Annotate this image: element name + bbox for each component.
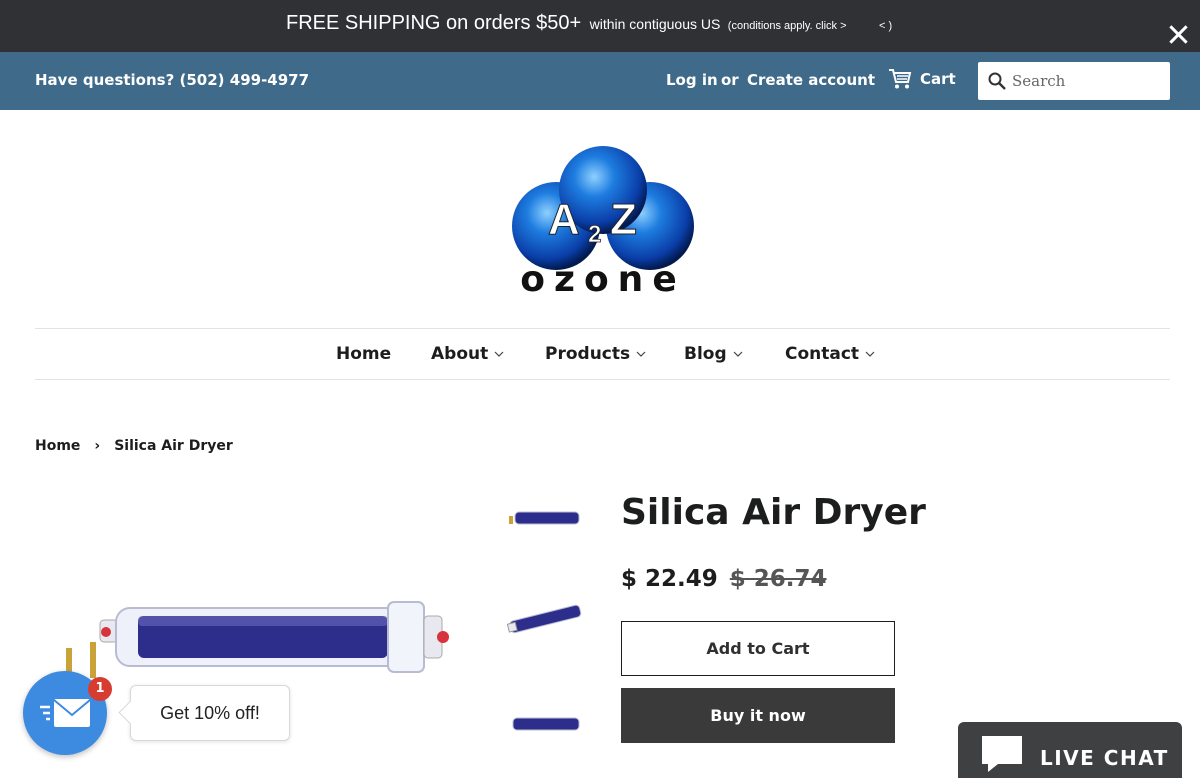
nav-about-label: About: [431, 344, 489, 364]
a2z-ozone-logo[interactable]: A 2 Z ozone: [512, 146, 694, 298]
top-utility-bar: Have questions? (502) 499-4977 Log in or…: [0, 52, 1200, 110]
sale-price: $ 22.49: [621, 566, 718, 592]
support-phone: Have questions? (502) 499-4977: [35, 71, 310, 89]
nav-products[interactable]: Products: [545, 344, 646, 364]
logo-text-a: A: [548, 195, 580, 244]
announcement-arrows: < ): [878, 20, 893, 32]
nav-blog[interactable]: Blog: [684, 344, 743, 364]
search-icon[interactable]: [988, 72, 1006, 90]
main-nav: Home About Products Blog Contact: [35, 328, 1170, 380]
chevron-down-icon: [865, 351, 875, 357]
chevron-down-icon: [636, 351, 646, 357]
envelope-icon: [40, 699, 91, 727]
or-separator: or: [721, 71, 739, 89]
nav-products-label: Products: [545, 344, 631, 364]
promo-bubble[interactable]: Get 10% off!: [130, 685, 290, 741]
cart-icon: [889, 69, 912, 89]
login-link[interactable]: Log in: [666, 71, 718, 89]
breadcrumb: Home › Silica Air Dryer: [35, 438, 233, 454]
chevron-down-icon: [494, 351, 504, 357]
live-chat-label: LIVE CHAT: [1040, 746, 1169, 770]
product-thumbnail[interactable]: [505, 500, 585, 536]
create-account-link[interactable]: Create account: [747, 71, 875, 89]
breadcrumb-current: Silica Air Dryer: [114, 438, 233, 454]
close-icon[interactable]: [1168, 24, 1188, 44]
nav-home-label: Home: [336, 344, 392, 364]
buy-now-button[interactable]: Buy it now: [621, 688, 895, 743]
product-thumbnail[interactable]: [505, 600, 585, 636]
nav-blog-label: Blog: [684, 344, 727, 364]
add-to-cart-button[interactable]: Add to Cart: [621, 621, 895, 676]
nav-contact[interactable]: Contact: [785, 344, 875, 364]
announcement-text[interactable]: FREE SHIPPING on orders $50+ within cont…: [286, 12, 892, 35]
breadcrumb-separator: ›: [94, 438, 101, 454]
product-title: Silica Air Dryer: [621, 492, 926, 533]
search-box: [978, 62, 1170, 100]
product-thumbnail[interactable]: [505, 706, 585, 742]
cart-link[interactable]: Cart: [888, 68, 956, 90]
search-input[interactable]: [1012, 62, 1162, 100]
nav-contact-label: Contact: [785, 344, 860, 364]
cart-label: Cart: [920, 70, 956, 88]
nav-home[interactable]: Home: [336, 344, 391, 364]
announcement-main: FREE SHIPPING on orders $50+: [286, 12, 582, 34]
breadcrumb-home[interactable]: Home: [35, 438, 80, 454]
announcement-conditions[interactable]: (conditions apply. click >: [728, 20, 847, 32]
price-row: $ 22.49 $ 26.74: [621, 566, 827, 592]
live-chat-button[interactable]: LIVE CHAT: [958, 722, 1182, 778]
notification-badge: 1: [88, 677, 112, 701]
chat-bubble-icon: [982, 736, 1022, 772]
nav-about[interactable]: About: [431, 344, 504, 364]
logo-text-ozone: ozone: [520, 259, 685, 298]
logo-text-z: Z: [610, 195, 637, 244]
product-main-image[interactable]: [60, 590, 460, 700]
logo-text-2: 2: [588, 221, 601, 248]
compare-price: $ 26.74: [729, 566, 827, 592]
chevron-down-icon: [733, 351, 743, 357]
announcement-sub: within contiguous US: [589, 16, 721, 32]
announcement-bar: FREE SHIPPING on orders $50+ within cont…: [0, 0, 1200, 52]
